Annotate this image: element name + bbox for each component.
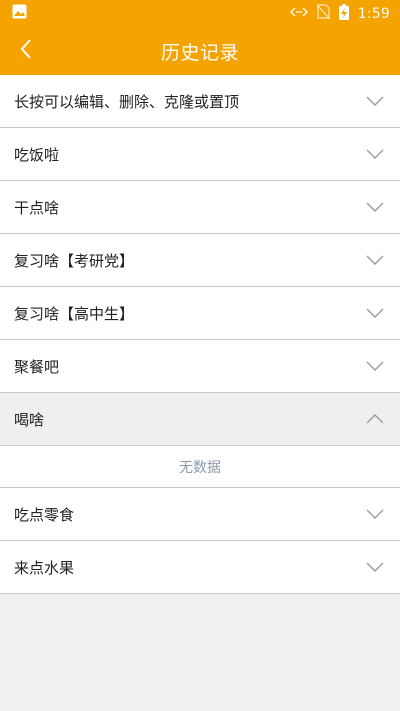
list-item-label: 聚餐吧 bbox=[14, 357, 60, 376]
status-bar: 1:59 bbox=[0, 0, 400, 27]
chevron-down-icon[interactable] bbox=[366, 149, 384, 159]
list-item-label: 长按可以编辑、删除、克隆或置顶 bbox=[14, 92, 240, 111]
chevron-down-icon[interactable] bbox=[366, 562, 384, 572]
list-item[interactable]: 复习啥【考研党】 bbox=[0, 234, 400, 287]
list-item[interactable]: 干点啥 bbox=[0, 181, 400, 234]
app-bar: 历史记录 bbox=[0, 27, 400, 75]
back-button[interactable] bbox=[8, 33, 44, 69]
back-chevron-icon[interactable] bbox=[19, 38, 33, 64]
empty-state-text: 无数据 bbox=[179, 459, 221, 476]
list-item[interactable]: 吃饭啦 bbox=[0, 128, 400, 181]
list-item-expanded[interactable]: 喝啥 bbox=[0, 393, 400, 446]
data-arrows-icon bbox=[289, 6, 308, 22]
no-sim-icon bbox=[316, 4, 331, 23]
chevron-down-icon[interactable] bbox=[366, 255, 384, 265]
list-item[interactable]: 聚餐吧 bbox=[0, 340, 400, 393]
list-item-label: 吃饭啦 bbox=[14, 145, 60, 164]
status-time: 1:59 bbox=[357, 5, 390, 22]
list-item-label: 来点水果 bbox=[14, 558, 75, 577]
list-item-label: 吃点零食 bbox=[14, 505, 75, 524]
chevron-down-icon[interactable] bbox=[366, 308, 384, 318]
list-item-label: 复习啥【高中生】 bbox=[14, 304, 135, 323]
list-item-label: 干点啥 bbox=[14, 198, 60, 217]
list-item[interactable]: 复习啥【高中生】 bbox=[0, 287, 400, 340]
empty-state: 无数据 bbox=[0, 446, 400, 488]
chevron-down-icon[interactable] bbox=[366, 361, 384, 371]
chevron-down-icon[interactable] bbox=[366, 202, 384, 212]
history-list: 长按可以编辑、删除、克隆或置顶 吃饭啦 干点啥 复习啥【考研党】 复习啥【高中生… bbox=[0, 75, 400, 594]
image-icon bbox=[12, 4, 27, 23]
chevron-down-icon[interactable] bbox=[366, 509, 384, 519]
list-item-label: 复习啥【考研党】 bbox=[14, 251, 135, 270]
chevron-up-icon[interactable] bbox=[366, 414, 384, 424]
list-item-label: 喝啥 bbox=[14, 410, 45, 429]
list-item[interactable]: 长按可以编辑、删除、克隆或置顶 bbox=[0, 75, 400, 128]
chevron-down-icon[interactable] bbox=[366, 96, 384, 106]
list-item[interactable]: 吃点零食 bbox=[0, 488, 400, 541]
page-title: 历史记录 bbox=[160, 41, 239, 64]
list-item[interactable]: 来点水果 bbox=[0, 541, 400, 594]
battery-charging-icon bbox=[338, 3, 349, 24]
